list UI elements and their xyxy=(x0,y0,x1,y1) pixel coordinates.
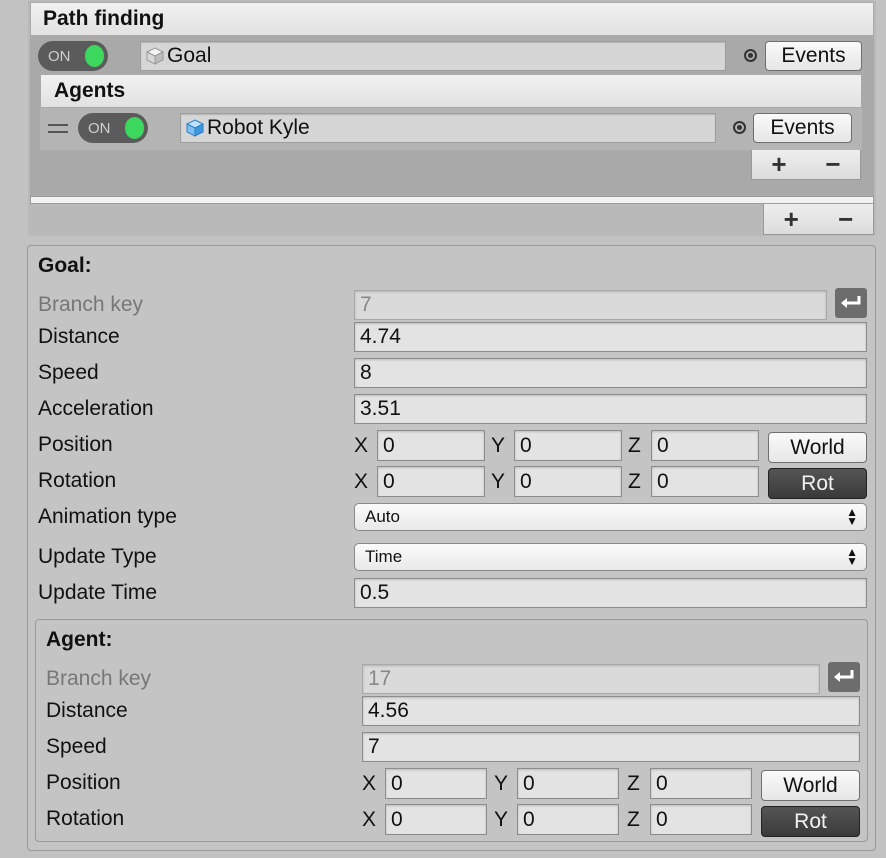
agent-rotation-y-label: Y xyxy=(494,808,509,831)
agent-rotation-z-label: Z xyxy=(627,808,640,831)
goal-object-name: Goal xyxy=(167,44,212,67)
agent-speed-label: Speed xyxy=(46,735,107,758)
agent-rotation-x-field[interactable]: 0 xyxy=(385,804,487,835)
agent-rotation-z-field[interactable]: 0 xyxy=(650,804,752,835)
goal-world-button[interactable]: World xyxy=(768,432,867,463)
goal-toggle[interactable]: ON xyxy=(38,41,108,71)
agent-position-x-field[interactable]: 0 xyxy=(385,768,487,799)
path-finding-bottom-edge xyxy=(30,196,874,204)
enter-return-icon xyxy=(841,296,861,308)
select-arrows-icon: ▲ ▼ xyxy=(846,545,858,568)
agent-object-name: Robot Kyle xyxy=(207,116,310,139)
goal-update-type-label: Update Type xyxy=(38,545,157,568)
prefab-cube-icon xyxy=(185,119,205,137)
agent-events-button[interactable]: Events xyxy=(753,113,852,143)
path-finding-add-button[interactable]: + xyxy=(784,204,799,235)
goal-toggle-label: ON xyxy=(48,47,71,65)
agents-header[interactable]: Agents xyxy=(40,74,862,108)
path-finding-title: Path finding xyxy=(43,7,165,30)
goal-branch-enter-button[interactable] xyxy=(835,288,867,318)
goal-branch-key-label: Branch key xyxy=(38,293,144,316)
agent-toggle[interactable]: ON xyxy=(78,113,148,143)
goal-title: Goal: xyxy=(38,254,92,277)
agent-branch-key-label: Branch key xyxy=(46,667,152,690)
enter-return-icon xyxy=(834,670,854,682)
goal-object-field[interactable]: Goal xyxy=(140,41,726,71)
agent-distance-label: Distance xyxy=(46,699,128,722)
agent-position-y-field[interactable]: 0 xyxy=(517,768,619,799)
goal-rotation-x-label: X xyxy=(354,470,369,493)
goal-position-y-field[interactable]: 0 xyxy=(514,430,622,461)
agent-rotation-x-label: X xyxy=(362,808,377,831)
goal-update-type-value: Time xyxy=(365,547,403,566)
toggle-on-indicator-icon xyxy=(84,45,104,67)
agent-object-field[interactable]: Robot Kyle xyxy=(180,113,716,143)
agent-world-label: World xyxy=(783,773,838,797)
goal-rotation-y-label: Y xyxy=(491,470,506,493)
goal-world-label: World xyxy=(790,435,845,459)
drag-handle-icon[interactable] xyxy=(48,124,68,133)
agent-world-button[interactable]: World xyxy=(761,770,860,801)
agent-position-x-label: X xyxy=(362,772,377,795)
path-finding-add-remove-footer: + − xyxy=(763,204,874,235)
toggle-on-indicator-icon xyxy=(124,117,144,139)
agents-title: Agents xyxy=(54,79,126,102)
agent-branch-key-field: 17 xyxy=(362,664,820,694)
agent-object-picker-icon[interactable] xyxy=(733,121,746,134)
agent-title: Agent: xyxy=(46,628,113,651)
goal-animation-type-select[interactable]: Auto ▲ ▼ xyxy=(354,503,867,531)
goal-rotation-z-field[interactable]: 0 xyxy=(651,466,759,497)
goal-speed-label: Speed xyxy=(38,361,99,384)
goal-position-x-field[interactable]: 0 xyxy=(377,430,485,461)
goal-rot-label: Rot xyxy=(801,471,834,495)
goal-position-z-label: Z xyxy=(628,434,641,457)
path-finding-remove-button[interactable]: − xyxy=(838,204,853,235)
goal-rotation-z-label: Z xyxy=(628,470,641,493)
cube-icon xyxy=(145,47,165,65)
agent-rotation-label: Rotation xyxy=(46,807,125,830)
goal-position-x-label: X xyxy=(354,434,369,457)
goal-rotation-label: Rotation xyxy=(38,469,117,492)
agent-position-z-field[interactable]: 0 xyxy=(650,768,752,799)
goal-animation-type-value: Auto xyxy=(365,507,400,526)
goal-rotation-x-field[interactable]: 0 xyxy=(377,466,485,497)
goal-acceleration-field[interactable]: 3.51 xyxy=(354,394,867,424)
goal-rot-button[interactable]: Rot xyxy=(768,468,867,499)
path-finding-header[interactable]: Path finding xyxy=(30,2,874,36)
agent-position-label: Position xyxy=(46,771,121,794)
agent-events-label: Events xyxy=(770,116,835,139)
goal-events-label: Events xyxy=(781,44,846,67)
goal-acceleration-label: Acceleration xyxy=(38,397,154,420)
agent-branch-enter-button[interactable] xyxy=(828,662,860,692)
agent-rotation-y-field[interactable]: 0 xyxy=(517,804,619,835)
goal-rotation-y-field[interactable]: 0 xyxy=(514,466,622,497)
agents-remove-button[interactable]: − xyxy=(825,149,840,180)
goal-distance-label: Distance xyxy=(38,325,120,348)
goal-object-picker-icon[interactable] xyxy=(744,49,757,62)
select-arrows-icon: ▲ ▼ xyxy=(846,505,858,528)
goal-position-label: Position xyxy=(38,433,113,456)
agent-toggle-label: ON xyxy=(88,119,111,137)
goal-speed-field[interactable]: 8 xyxy=(354,358,867,388)
agent-distance-field[interactable]: 4.56 xyxy=(362,696,860,726)
agent-rot-label: Rot xyxy=(794,809,827,833)
goal-animation-type-label: Animation type xyxy=(38,505,177,528)
goal-update-type-select[interactable]: Time ▲ ▼ xyxy=(354,543,867,571)
goal-events-button[interactable]: Events xyxy=(765,41,862,71)
goal-update-time-field[interactable]: 0.5 xyxy=(354,578,867,608)
goal-position-z-field[interactable]: 0 xyxy=(651,430,759,461)
agent-speed-field[interactable]: 7 xyxy=(362,732,860,762)
agents-add-remove-footer: + − xyxy=(751,149,861,180)
goal-position-y-label: Y xyxy=(491,434,506,457)
agent-rot-button[interactable]: Rot xyxy=(761,806,860,837)
agent-position-y-label: Y xyxy=(494,772,509,795)
goal-update-time-label: Update Time xyxy=(38,581,158,604)
agent-position-z-label: Z xyxy=(627,772,640,795)
goal-distance-field[interactable]: 4.74 xyxy=(354,322,867,352)
goal-branch-key-field: 7 xyxy=(354,290,827,320)
agents-add-button[interactable]: + xyxy=(771,149,786,180)
